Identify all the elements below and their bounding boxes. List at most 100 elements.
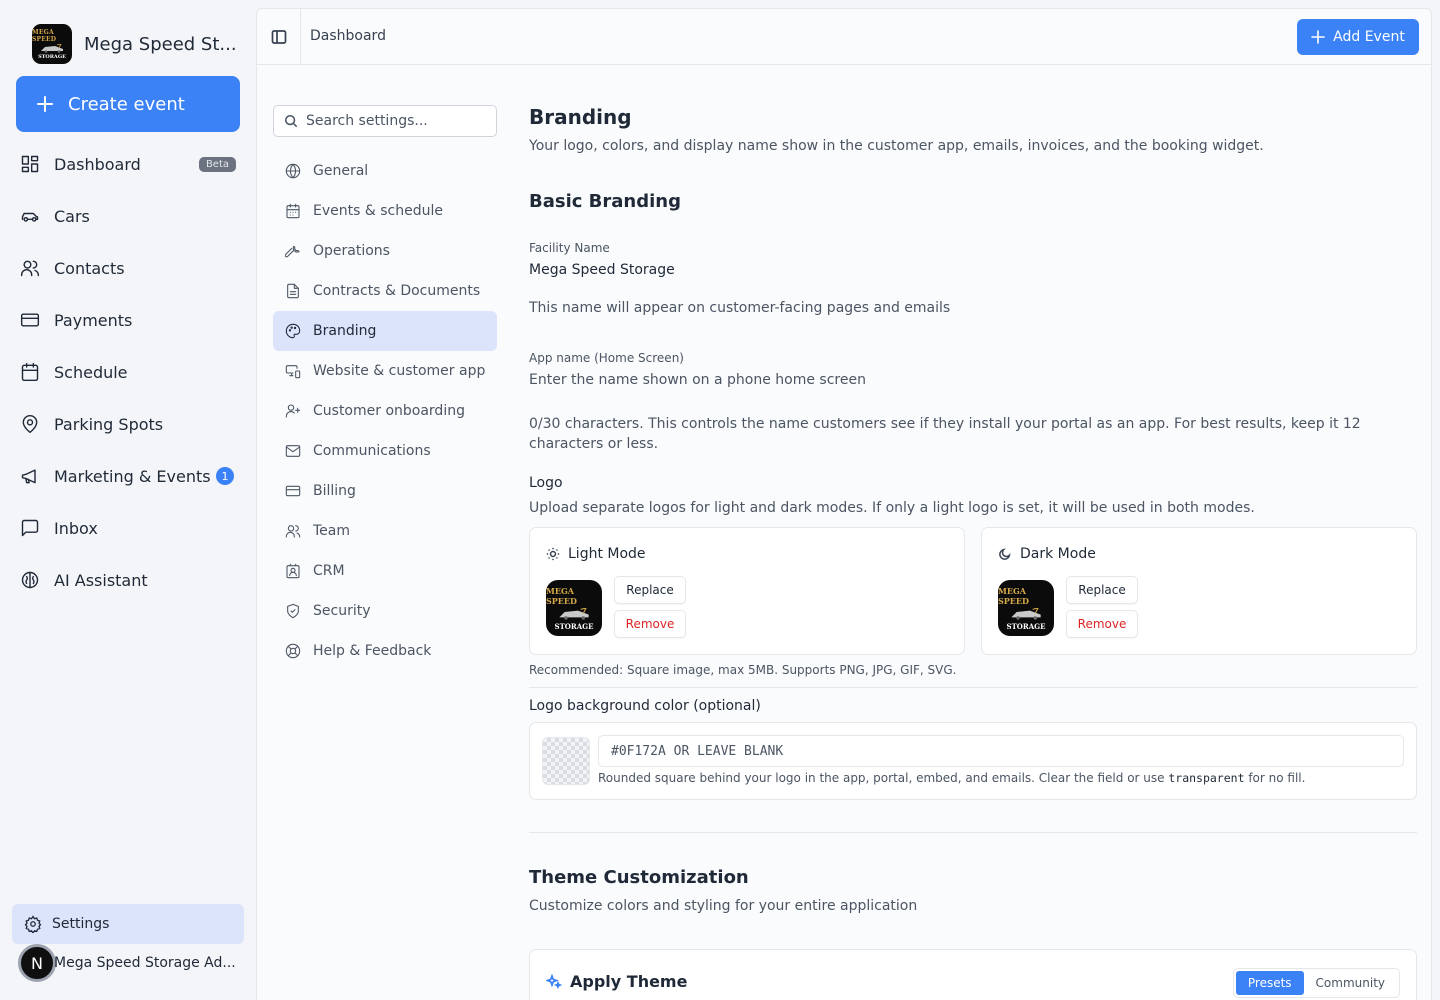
shield-icon [287, 603, 299, 619]
main-nav: Dashboard Beta Cars Contacts Payments Sc… [16, 138, 240, 606]
settings-nav-customer-onboarding[interactable]: Customer onboarding [273, 391, 497, 431]
user-name: Mega Speed Storage Ad... [54, 955, 236, 971]
facility-name-label: Facility Name [529, 241, 610, 255]
car-logo-icon [41, 43, 63, 53]
life-buoy-icon [285, 643, 301, 659]
settings-nav-help-feedback[interactable]: Help & Feedback [273, 631, 497, 671]
settings-nav-website-customer-app[interactable]: Website & customer app [273, 351, 497, 391]
create-event-button[interactable]: Create event [16, 76, 240, 132]
settings-nav-crm[interactable]: CRM [273, 551, 497, 591]
palette-icon [285, 323, 301, 339]
light-logo-remove-button[interactable]: Remove [614, 610, 686, 638]
nav-item-ai-assistant[interactable]: AI Assistant [16, 554, 240, 606]
settings-nav: General Events & schedule Operations Con… [273, 151, 497, 671]
dark-logo-replace-button[interactable]: Replace [1066, 576, 1138, 604]
beta-badge: Beta [198, 156, 236, 172]
plus-icon [37, 96, 53, 112]
nav-item-schedule[interactable]: Schedule [16, 346, 240, 398]
settings-nav-billing[interactable]: Billing [273, 471, 497, 511]
nav-item-cars[interactable]: Cars [16, 190, 240, 242]
settings-search-input[interactable] [306, 113, 486, 129]
facility-name-help: This name will appear on customer-facing… [529, 300, 951, 316]
nav-item-inbox[interactable]: Inbox [16, 502, 240, 554]
user-menu[interactable]: N Mega Speed Storage Ad... [18, 944, 236, 982]
settings-search[interactable] [273, 105, 497, 137]
map-pin-icon [22, 414, 38, 434]
panel-left-icon [271, 30, 286, 44]
nav-item-contacts[interactable]: Contacts [16, 242, 240, 294]
app-name-field[interactable]: Enter the name shown on a phone home scr… [529, 372, 866, 388]
settings-nav-events-schedule[interactable]: Events & schedule [273, 191, 497, 231]
dark-logo-preview: MEGA SPEED STORAGE [998, 580, 1054, 636]
nav-item-payments[interactable]: Payments [16, 294, 240, 346]
community-tab[interactable]: Community [1304, 971, 1397, 995]
add-event-button[interactable]: Add Event [1297, 19, 1419, 55]
brain-icon [21, 571, 39, 589]
settings-nav-operations[interactable]: Operations [273, 231, 497, 271]
wrench-icon [285, 245, 300, 258]
settings-nav-contracts-documents[interactable]: Contracts & Documents [273, 271, 497, 311]
logo-bg-color-help: Rounded square behind your logo in the a… [598, 771, 1306, 785]
basic-branding-heading: Basic Branding [529, 191, 681, 212]
light-logo-replace-button[interactable]: Replace [614, 576, 686, 604]
credit-card-icon [20, 313, 40, 327]
globe-icon [285, 163, 301, 179]
user-plus-icon [285, 404, 301, 418]
settings-nav-security[interactable]: Security [273, 591, 497, 631]
dark-mode-logo-card: Dark Mode MEGA SPEED STORAGE Replace Rem… [981, 527, 1417, 655]
apply-theme-card: Apply Theme Presets Community [529, 949, 1417, 1000]
calendar-icon [21, 362, 39, 382]
facility-name-field[interactable]: Mega Speed Storage [529, 262, 675, 278]
page-title: Branding [529, 105, 632, 129]
color-swatch[interactable] [542, 737, 590, 785]
settings-nav-branding[interactable]: Branding [273, 311, 497, 351]
page-subtitle: Your logo, colors, and display name show… [529, 138, 1264, 154]
logo-bg-color-label: Logo background color (optional) [529, 698, 761, 714]
mail-icon [285, 445, 301, 457]
nav-item-parking-spots[interactable]: Parking Spots [16, 398, 240, 450]
nav-item-marketing-events[interactable]: Marketing & Events 1 [16, 450, 240, 502]
breadcrumb[interactable]: Dashboard [310, 28, 386, 44]
avatar: N [18, 944, 56, 982]
logo-recommendation: Recommended: Square image, max 5MB. Supp… [529, 663, 957, 677]
sparkles-icon [546, 973, 562, 989]
car-logo-icon [1011, 607, 1041, 620]
sidebar-toggle-button[interactable] [257, 9, 301, 65]
app-name-label: App name (Home Screen) [529, 351, 684, 365]
users-icon [20, 260, 40, 277]
top-bar: Dashboard Add Event [257, 9, 1431, 65]
brand-logo: MEGA SPEED STORAGE [32, 24, 72, 64]
brand[interactable]: MEGA SPEED STORAGE Mega Speed St... [32, 24, 237, 64]
monitor-smartphone-icon [285, 365, 301, 379]
brand-name: Mega Speed St... [84, 33, 237, 55]
light-mode-logo-card: Light Mode MEGA SPEED STORAGE Replace Re… [529, 527, 965, 655]
settings-nav-communications[interactable]: Communications [273, 431, 497, 471]
presets-tab[interactable]: Presets [1235, 971, 1304, 995]
file-text-icon [287, 283, 299, 299]
layout-dashboard-icon [21, 155, 39, 173]
logo-help: Upload separate logos for light and dark… [529, 500, 1255, 516]
users-icon [285, 525, 301, 538]
app-name-help: 0/30 characters. This controls the name … [529, 416, 1361, 452]
contact-icon [286, 563, 300, 579]
gear-icon [24, 915, 42, 933]
car-icon [21, 212, 39, 222]
dark-logo-remove-button[interactable]: Remove [1066, 610, 1138, 638]
calendar-icon [286, 203, 300, 219]
sidebar: MEGA SPEED STORAGE Mega Speed St... Crea… [0, 0, 256, 1000]
settings-nav-general[interactable]: General [273, 151, 497, 191]
notification-count-badge: 1 [216, 467, 234, 485]
section-divider [529, 832, 1417, 833]
logo-bg-color-card: Rounded square behind your logo in the a… [529, 722, 1417, 800]
settings-nav-item[interactable]: Settings [12, 904, 244, 944]
plus-icon [1311, 30, 1325, 44]
nav-item-dashboard[interactable]: Dashboard Beta [16, 138, 240, 190]
light-mode-label: Light Mode [546, 546, 646, 562]
logo-bg-color-input[interactable] [598, 735, 1404, 767]
search-icon [284, 114, 298, 128]
theme-customization-subtitle: Customize colors and styling for your en… [529, 898, 918, 914]
dark-mode-label: Dark Mode [998, 546, 1096, 562]
main-panel: Dashboard Add Event General Events & sch… [256, 8, 1432, 1000]
settings-nav-team[interactable]: Team [273, 511, 497, 551]
section-divider [529, 687, 1417, 688]
